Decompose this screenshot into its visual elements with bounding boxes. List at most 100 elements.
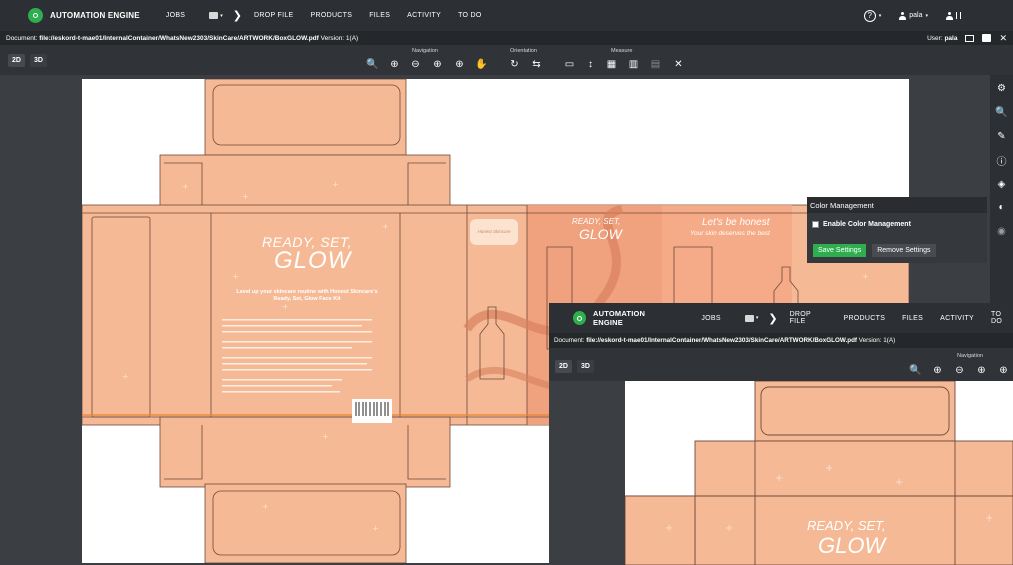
color-management-panel: Color Management Enable Color Management… xyxy=(807,197,987,263)
nav-files[interactable]: FILES xyxy=(369,12,390,19)
enable-color-management-checkbox[interactable] xyxy=(812,221,819,228)
zoom-in-icon[interactable]: ⊕ xyxy=(388,58,401,70)
inset-nav-activity[interactable]: ACTIVITY xyxy=(940,315,974,322)
svg-text:+: + xyxy=(182,182,189,191)
inset-document-label: Document: xyxy=(554,337,585,344)
barcode-icon[interactable]: ▥ xyxy=(627,58,640,70)
enable-color-management[interactable]: Enable Color Management xyxy=(807,221,987,228)
inset-nav-files[interactable]: FILES xyxy=(902,315,923,322)
zoom-out-icon[interactable]: ⊖ xyxy=(409,58,422,70)
barcode-box xyxy=(352,399,392,423)
color-management-icon[interactable]: ◐ xyxy=(995,201,1008,214)
orientation-group-label: Orientation xyxy=(510,48,537,54)
inset-document-path: file://eskord-t-mae01/InternalContainer/… xyxy=(586,337,858,344)
zoom-actual-icon[interactable]: ⊕ xyxy=(453,58,466,70)
svg-text:+: + xyxy=(232,272,239,281)
inset-toolbar: 2D 3D Navigation 🔍 ⊕ ⊖ ⊕ ⊕ xyxy=(549,348,1013,381)
inset-app-logo[interactable]: AUTOMATION ENGINE xyxy=(573,309,671,327)
compare-icon[interactable]: ✕ xyxy=(672,58,685,70)
inset-nav-products[interactable]: PRODUCTS xyxy=(843,315,885,322)
honest-subtitle: Your skin deserves the best xyxy=(690,230,770,237)
document-label: Document: xyxy=(6,34,38,42)
nav-products[interactable]: PRODUCTS xyxy=(311,12,353,19)
layers-icon[interactable]: ◈ xyxy=(995,178,1008,191)
separations-icon[interactable]: ▤ xyxy=(649,58,662,70)
svg-text:+: + xyxy=(372,524,379,533)
inset-nav-jobs[interactable]: JOBS xyxy=(701,315,720,322)
inset-artwork-page[interactable]: + + + + + + READY, SET, GLOW xyxy=(625,381,1013,565)
nav-jobs[interactable]: JOBS xyxy=(166,12,185,19)
folder-icon xyxy=(744,314,754,322)
densitometer-icon[interactable]: ▦ xyxy=(605,58,618,70)
info-icon[interactable]: ⓘ xyxy=(995,154,1008,168)
help-menu[interactable]: ? ▾ xyxy=(863,9,882,22)
document-version: Version: 1(A) xyxy=(320,34,359,42)
help-icon: ? xyxy=(863,9,876,22)
annotate-icon[interactable]: ✎ xyxy=(995,130,1008,143)
users-menu[interactable] xyxy=(946,11,961,20)
doc-user: pala xyxy=(944,34,958,42)
ruler-icon[interactable]: ▭ xyxy=(563,58,576,70)
svg-text:+: + xyxy=(775,473,783,484)
svg-text:+: + xyxy=(725,523,733,534)
top-nav: AUTOMATION ENGINE JOBS ▾ ❯ DROP FILE PRO… xyxy=(0,0,1013,31)
bottom-dust-flaps xyxy=(159,416,451,488)
headline-glow: GLOW xyxy=(274,247,352,274)
measure-vertical-icon[interactable]: ↕ xyxy=(584,58,597,70)
color-management-actions: Save Settings Remove Settings xyxy=(813,244,936,257)
top-tuck-flap xyxy=(204,79,407,156)
svg-text:+: + xyxy=(985,513,993,524)
fullscreen-icon[interactable] xyxy=(965,34,975,42)
view-2d-button[interactable]: 2D xyxy=(8,54,25,67)
inset-chevron-right-icon: ❯ xyxy=(768,312,778,325)
list-icon xyxy=(956,12,961,19)
user-menu[interactable]: pala ▾ xyxy=(899,11,928,20)
remove-settings-button[interactable]: Remove Settings xyxy=(872,244,936,257)
inset-view-3d-button[interactable]: 3D xyxy=(577,360,594,373)
save-settings-button[interactable]: Save Settings xyxy=(813,244,867,257)
inset-zoom-actual-icon[interactable]: ⊕ xyxy=(997,364,1010,376)
flip-icon[interactable]: ⇆ xyxy=(530,58,543,70)
svg-text:+: + xyxy=(825,463,833,474)
logo-badge-icon xyxy=(28,8,43,23)
inset-logo-text: AUTOMATION ENGINE xyxy=(593,309,646,327)
pan-hand-icon[interactable]: ✋ xyxy=(475,58,488,70)
logo-text: AUTOMATION ENGINE xyxy=(50,11,140,20)
svg-text:+: + xyxy=(382,222,389,231)
chevron-down-icon: ▾ xyxy=(878,12,882,19)
inset-document-version: Version: 1(A) xyxy=(858,337,896,344)
inset-view-2d-button[interactable]: 2D xyxy=(555,360,572,373)
view-3d-button[interactable]: 3D xyxy=(30,54,47,67)
close-icon[interactable]: ✕ xyxy=(999,33,1007,44)
inset-zoom-in-icon[interactable]: ⊕ xyxy=(931,364,944,376)
search-icon[interactable]: 🔍 xyxy=(995,106,1008,119)
inset-top-nav: AUTOMATION ENGINE JOBS ▾ ❯ DROP FILE PRO… xyxy=(549,303,1013,333)
inset-headline-glow: GLOW xyxy=(818,533,886,558)
inset-navigation-label: Navigation xyxy=(957,353,983,359)
inset-magnifier-icon[interactable]: 🔍 xyxy=(909,364,922,376)
inset-folder-menu[interactable]: ▾ xyxy=(744,314,758,322)
inset-zoom-fit-icon[interactable]: ⊕ xyxy=(975,364,988,376)
nav-activity[interactable]: ACTIVITY xyxy=(407,12,441,19)
top-dust-flaps xyxy=(159,154,451,214)
inks-icon[interactable]: ◉ xyxy=(995,225,1008,238)
users-icon xyxy=(946,11,953,20)
magnifier-icon[interactable]: 🔍 xyxy=(366,58,379,70)
folder-menu[interactable]: ▾ xyxy=(209,12,223,19)
inset-zoom-out-icon[interactable]: ⊖ xyxy=(953,364,966,376)
measure-group-label: Measure xyxy=(611,48,633,54)
inset-nav-drop-file[interactable]: DROP FILE xyxy=(790,311,827,325)
inset-nav-todo[interactable]: TO DO xyxy=(991,311,1013,325)
settings-icon[interactable]: ⚙ xyxy=(995,82,1008,95)
honest-title: Let's be honest xyxy=(702,217,770,228)
rotate-icon[interactable]: ↻ xyxy=(508,58,521,70)
chevron-right-icon: ❯ xyxy=(232,10,242,22)
nav-todo[interactable]: TO DO xyxy=(458,12,482,19)
print-icon[interactable] xyxy=(982,34,992,42)
app-logo[interactable]: AUTOMATION ENGINE xyxy=(28,8,140,23)
zoom-fit-icon[interactable]: ⊕ xyxy=(431,58,444,70)
svg-text:+: + xyxy=(262,502,269,511)
nav-drop-file[interactable]: DROP FILE xyxy=(254,12,294,19)
inset-headline-top: READY, SET, xyxy=(807,518,886,533)
svg-text:+: + xyxy=(242,192,249,201)
